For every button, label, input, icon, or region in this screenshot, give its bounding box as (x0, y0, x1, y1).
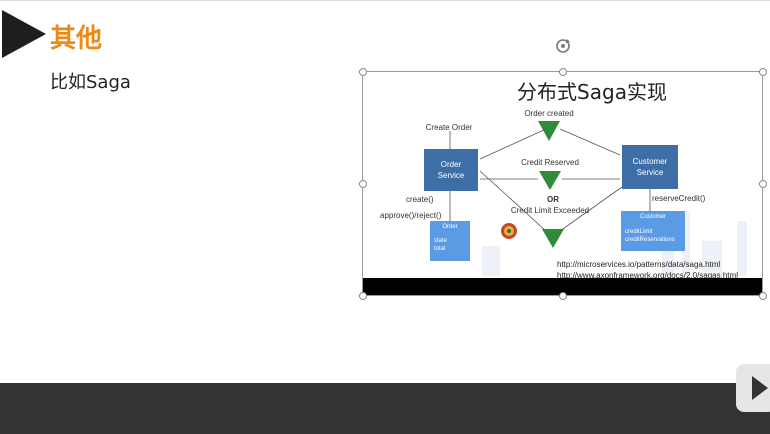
play-icon (752, 376, 768, 400)
resize-handle-bottom[interactable] (559, 292, 567, 300)
bottom-bar (0, 383, 770, 434)
selection-frame (362, 71, 763, 296)
resize-handle-bottom-left[interactable] (359, 292, 367, 300)
resize-handle-top-left[interactable] (359, 68, 367, 76)
resize-handle-left[interactable] (359, 180, 367, 188)
slide-title: 其他 (50, 24, 103, 54)
play-button[interactable] (736, 364, 770, 412)
slide-subtitle: 比如Saga (50, 72, 131, 93)
top-rule (0, 0, 770, 1)
resize-handle-top-right[interactable] (759, 68, 767, 76)
resize-handle-right[interactable] (759, 180, 767, 188)
resize-handle-top[interactable] (559, 68, 567, 76)
rotate-icon[interactable] (553, 36, 573, 56)
resize-handle-bottom-right[interactable] (759, 292, 767, 300)
title-arrow-icon (2, 10, 46, 58)
